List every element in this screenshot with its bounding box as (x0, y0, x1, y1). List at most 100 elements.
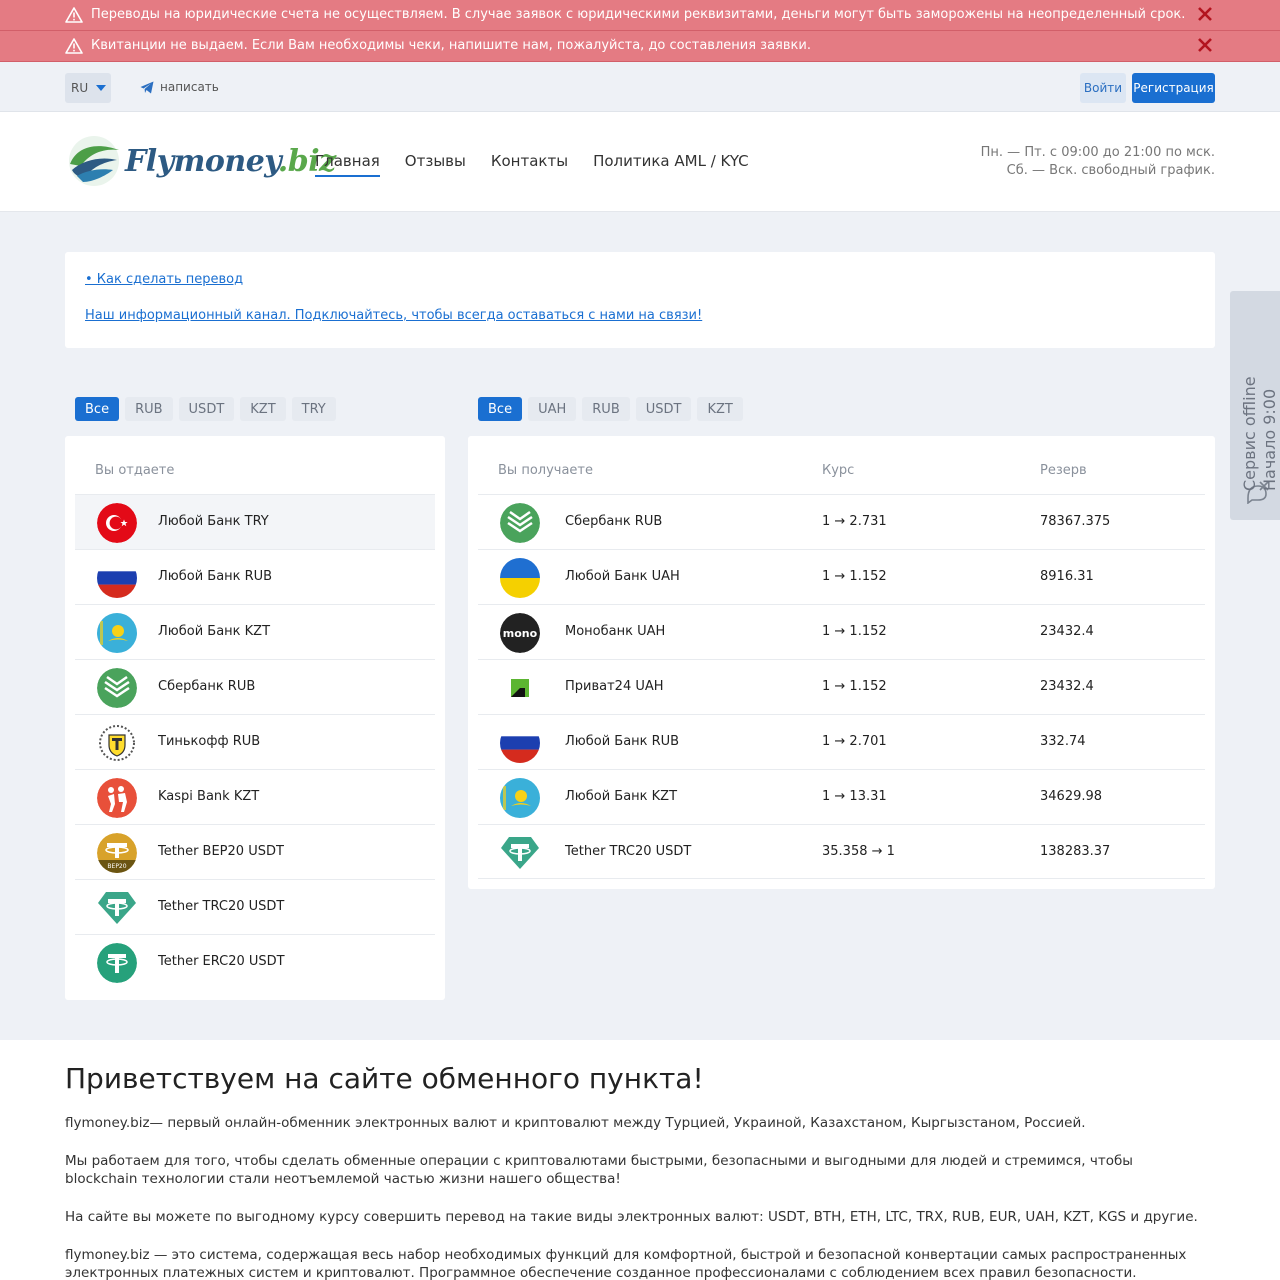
get-rate: 1 → 2.701 (822, 734, 887, 749)
welcome-paragraph: flymoney.biz — это система, содержащая в… (65, 1247, 1187, 1280)
login-button[interactable]: Войти (1080, 73, 1126, 103)
give-name: Tether BEP20 USDT (158, 844, 284, 859)
main-nav: Главная Отзывы Контакты Политика AML / K… (315, 152, 774, 177)
warning-icon (65, 38, 83, 54)
give-name: Любой Банк TRY (158, 514, 269, 529)
get-filter-all[interactable]: Все (478, 397, 523, 421)
give-row[interactable]: Любой Банк TRY (75, 494, 435, 549)
get-row[interactable]: Сбербанк RUB 1 → 2.731 78367.375 (478, 494, 1205, 549)
get-row[interactable]: mono Монобанк UAH 1 → 1.152 23432.4 (478, 604, 1205, 659)
info-channel-link[interactable]: Наш информационный канал. Подключайтесь,… (85, 308, 702, 323)
kazakhstan-flag-icon (97, 613, 137, 653)
logo-mark-icon (69, 136, 119, 186)
give-filters: Все RUB USDT KZT TRY (75, 397, 342, 421)
give-name: Тинькофф RUB (158, 734, 261, 749)
alert-text: Переводы на юридические счета не осущест… (91, 7, 1186, 22)
nav-aml-policy[interactable]: Политика AML / KYC (593, 152, 749, 177)
logo-text: Flymoney.biz (125, 144, 336, 179)
monobank-icon: mono (500, 613, 540, 653)
get-row[interactable]: Любой Банк UAH 1 → 1.152 8916.31 (478, 549, 1205, 604)
get-reserve: 23432.4 (1040, 679, 1094, 694)
service-offline-tab[interactable]: Сервис offline Начало 9:00 (1230, 291, 1280, 520)
tether-erc20-icon (97, 943, 137, 983)
get-row[interactable]: Любой Банк KZT 1 → 13.31 34629.98 (478, 769, 1205, 824)
register-button[interactable]: Регистрация (1132, 73, 1215, 103)
tinkoff-icon (97, 723, 137, 763)
offline-line-1: Сервис offline (1240, 376, 1259, 491)
get-header-rate: Курс (822, 463, 855, 478)
nav-contacts[interactable]: Контакты (491, 152, 568, 177)
get-reserve: 34629.98 (1040, 789, 1103, 804)
give-row[interactable]: Любой Банк KZT (75, 604, 435, 659)
give-panel: Вы отдаете Любой Банк TRY Любой Банк RUB… (65, 436, 445, 1000)
kaspi-icon (97, 778, 137, 818)
get-rate: 1 → 1.152 (822, 569, 887, 584)
language-label: RU (71, 81, 89, 95)
get-header-reserve: Резерв (1040, 463, 1087, 478)
get-name: Любой Банк UAH (565, 569, 680, 584)
info-box: • Как сделать перевод Наш информационный… (65, 252, 1215, 348)
offline-text: Сервис offline Начало 9:00 (1240, 376, 1280, 491)
get-name: Сбербанк RUB (565, 514, 663, 529)
welcome-paragraph: flymoney.biz— первый онлайн-обменник эле… (65, 1115, 1086, 1131)
svg-text:BEP20: BEP20 (107, 863, 126, 870)
get-header-name: Вы получаете (498, 463, 593, 478)
russia-flag-icon (500, 723, 540, 763)
ukraine-flag-icon (500, 558, 540, 598)
give-filter-kzt[interactable]: KZT (240, 397, 286, 421)
tether-bep20-icon: BEP20 (97, 833, 137, 873)
give-row[interactable]: Тинькофф RUB (75, 714, 435, 769)
give-name: Tether TRC20 USDT (158, 899, 285, 914)
give-filter-usdt[interactable]: USDT (178, 397, 235, 421)
give-filter-rub[interactable]: RUB (125, 397, 173, 421)
get-name: Любой Банк RUB (565, 734, 680, 749)
get-reserve: 23432.4 (1040, 624, 1094, 639)
logo-main: Flymoney (125, 143, 278, 179)
get-filter-kzt[interactable]: KZT (697, 397, 743, 421)
chevron-down-icon (96, 85, 107, 91)
get-rate: 35.358 → 1 (822, 844, 895, 859)
give-row[interactable]: Любой Банк RUB (75, 549, 435, 604)
nav-reviews[interactable]: Отзывы (405, 152, 466, 177)
tether-trc20-icon (98, 892, 136, 924)
get-row[interactable]: Любой Банк RUB 1 → 2.701 332.74 (478, 714, 1205, 769)
alert-receipts: Квитанции не выдаем. Если Вам необходимы… (0, 31, 1280, 62)
hours-weekend: Сб. — Вск. свободный график. (1006, 163, 1215, 178)
get-name: Монобанк UAH (565, 624, 666, 639)
give-row[interactable]: BEP20 Tether BEP20 USDT (75, 824, 435, 879)
give-filter-all[interactable]: Все (75, 397, 120, 421)
telegram-icon (140, 81, 154, 93)
get-filter-usdt[interactable]: USDT (635, 397, 692, 421)
get-filters: Все UAH RUB USDT KZT (478, 397, 749, 421)
top-bar: RU написать Войти Регистрация (0, 63, 1280, 112)
how-to-transfer-link[interactable]: • Как сделать перевод (85, 272, 243, 287)
give-row[interactable]: Tether ERC20 USDT (75, 934, 435, 989)
get-reserve: 78367.375 (1040, 514, 1111, 529)
get-filter-uah[interactable]: UAH (528, 397, 577, 421)
get-row[interactable]: Приват24 UAH 1 → 1.152 23432.4 (478, 659, 1205, 714)
kazakhstan-flag-icon (500, 778, 540, 818)
warning-icon (65, 7, 83, 23)
welcome-section: Приветствуем на сайте обменного пункта! … (0, 1040, 1280, 1280)
get-name: Любой Банк KZT (565, 789, 678, 804)
get-rate: 1 → 1.152 (822, 624, 887, 639)
get-rate: 1 → 1.152 (822, 679, 887, 694)
nav-home[interactable]: Главная (315, 152, 380, 177)
site-logo[interactable]: Flymoney.biz (67, 134, 336, 188)
get-row[interactable]: Tether TRC20 USDT 35.358 → 1 138283.37 (478, 824, 1205, 879)
offline-line-2: Начало 9:00 (1260, 388, 1279, 491)
write-link[interactable]: написать (140, 80, 219, 94)
welcome-paragraph: Мы работаем для того, чтобы сделать обме… (65, 1153, 1133, 1187)
give-row[interactable]: Сбербанк RUB (75, 659, 435, 714)
language-select[interactable]: RU (65, 73, 111, 103)
svg-text:mono: mono (503, 627, 538, 640)
give-row[interactable]: Kaspi Bank KZT (75, 769, 435, 824)
close-icon[interactable] (1197, 6, 1213, 22)
close-icon[interactable] (1197, 37, 1213, 53)
get-filter-rub[interactable]: RUB (582, 397, 630, 421)
get-reserve: 138283.37 (1040, 844, 1111, 859)
give-filter-try[interactable]: TRY (291, 397, 336, 421)
alert-text: Квитанции не выдаем. Если Вам необходимы… (91, 38, 811, 53)
give-row[interactable]: Tether TRC20 USDT (75, 879, 435, 934)
privat24-icon (500, 668, 540, 708)
